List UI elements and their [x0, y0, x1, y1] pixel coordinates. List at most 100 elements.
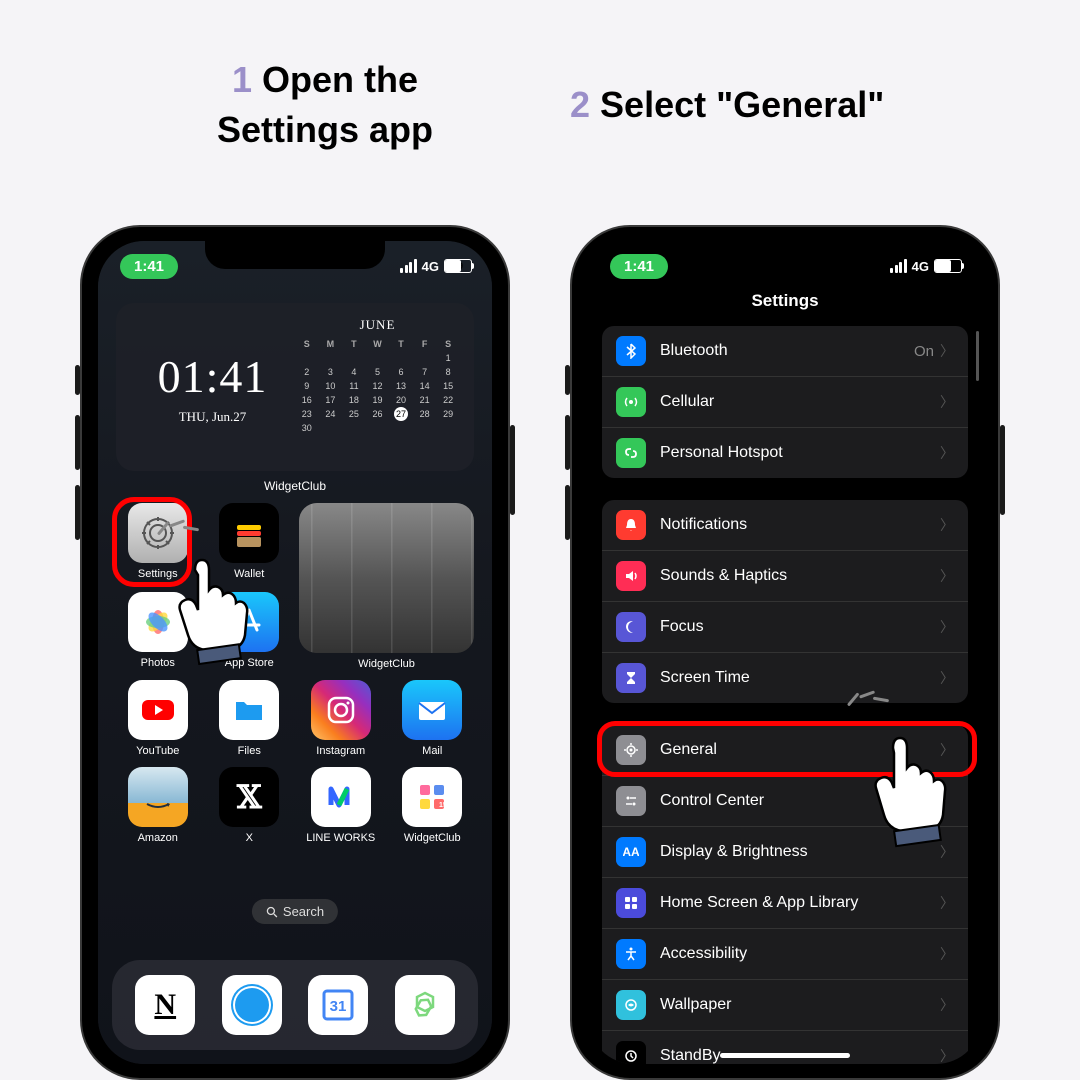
grid-icon	[616, 888, 646, 918]
app-amazon[interactable]: Amazon	[116, 767, 200, 844]
chevron-right-icon: 〉	[940, 443, 954, 463]
settings-row-cellular[interactable]: Cellular〉	[602, 377, 968, 428]
settings-row-control-center[interactable]: Control Center〉	[602, 776, 968, 827]
sb-icon	[616, 1041, 646, 1064]
hour-icon	[616, 663, 646, 693]
photo-widget[interactable]: WidgetClub	[299, 503, 474, 670]
chevron-right-icon: 〉	[940, 791, 954, 811]
settings-row-label: Accessibility	[660, 945, 940, 963]
app-appstore[interactable]: App Store	[208, 592, 292, 671]
chevron-right-icon: 〉	[940, 740, 954, 760]
network-type: 4G	[422, 259, 439, 274]
settings-row-general[interactable]: General〉	[602, 725, 968, 776]
settings-row-standby[interactable]: StandBy〉	[602, 1031, 968, 1064]
app-instagram[interactable]: Instagram	[299, 680, 383, 757]
instruction-step-2: 2 Select "General"	[570, 80, 1040, 130]
folder-icon	[219, 680, 279, 740]
cc-icon	[616, 786, 646, 816]
bt-icon	[616, 336, 646, 366]
settings-row-label: Control Center	[660, 792, 940, 810]
search-button[interactable]: Search	[252, 899, 338, 924]
app-mail[interactable]: Mail	[391, 680, 475, 757]
settings-row-accessibility[interactable]: Accessibility〉	[602, 929, 968, 980]
status-time: 1:41	[120, 254, 178, 279]
chevron-right-icon: 〉	[940, 995, 954, 1015]
x-icon: 𝕏	[219, 767, 279, 827]
instruction-step-1: 1 Open the Settings app	[140, 55, 510, 156]
app-safari[interactable]	[222, 975, 282, 1035]
settings-row-wallpaper[interactable]: Wallpaper〉	[602, 980, 968, 1031]
link-icon	[616, 438, 646, 468]
amazon-icon	[128, 767, 188, 827]
widget-time: 01:41	[158, 350, 268, 403]
svg-text:AA: AA	[623, 845, 639, 859]
settings-row-label: Screen Time	[660, 669, 940, 687]
widgetclub-icon: 15	[402, 767, 462, 827]
phone-mockup-2: 1:41 4G 60 Settings BluetoothOn〉Cellular…	[570, 225, 1000, 1080]
settings-row-label: Focus	[660, 618, 940, 636]
battery-icon: 60	[934, 259, 962, 273]
signal-icon	[400, 259, 417, 273]
settings-row-bluetooth[interactable]: BluetoothOn〉	[602, 326, 968, 377]
app-files[interactable]: Files	[208, 680, 292, 757]
acc-icon	[616, 939, 646, 969]
ant-icon	[616, 387, 646, 417]
app-youtube[interactable]: YouTube	[116, 680, 200, 757]
settings-row-sounds-haptics[interactable]: Sounds & Haptics〉	[602, 551, 968, 602]
settings-row-personal-hotspot[interactable]: Personal Hotspot〉	[602, 428, 968, 478]
scroll-indicator[interactable]	[976, 331, 979, 381]
settings-row-label: General	[660, 741, 940, 759]
mail-icon	[402, 680, 462, 740]
page-title: Settings	[588, 291, 982, 311]
app-grid: Settings Wallet WidgetClub Photos	[116, 503, 474, 844]
settings-row-focus[interactable]: Focus〉	[602, 602, 968, 653]
settings-row-label: Sounds & Haptics	[660, 567, 940, 585]
chevron-right-icon: 〉	[940, 668, 954, 688]
appstore-icon	[219, 592, 279, 652]
settings-row-screen-time[interactable]: Screen Time〉	[602, 653, 968, 703]
app-lineworks[interactable]: LINE WORKS	[299, 767, 383, 844]
photos-icon	[128, 592, 188, 652]
app-chatgpt[interactable]	[395, 975, 455, 1035]
chevron-right-icon: 〉	[940, 944, 954, 964]
app-wallet[interactable]: Wallet	[208, 503, 292, 582]
sun-icon: AA	[616, 837, 646, 867]
chevron-right-icon: 〉	[940, 341, 954, 361]
chevron-right-icon: 〉	[940, 1046, 954, 1064]
moon-icon	[616, 612, 646, 642]
chevron-right-icon: 〉	[940, 566, 954, 586]
chevron-right-icon: 〉	[940, 893, 954, 913]
app-notion[interactable]: N	[135, 975, 195, 1035]
chevron-right-icon: 〉	[940, 392, 954, 412]
status-time: 1:41	[610, 254, 668, 279]
settings-row-label: Display & Brightness	[660, 843, 940, 861]
app-widgetclub[interactable]: 15 WidgetClub	[391, 767, 475, 844]
chevron-right-icon: 〉	[940, 842, 954, 862]
settings-list[interactable]: BluetoothOn〉Cellular〉Personal Hotspot〉No…	[602, 326, 968, 1064]
settings-row-label: Notifications	[660, 516, 940, 534]
clock-calendar-widget[interactable]: 01:41 THU, Jun.27 JUNE SMTWTFS 123456789…	[116, 303, 474, 471]
chevron-right-icon: 〉	[940, 515, 954, 535]
gear-icon	[128, 503, 188, 563]
settings-row-home-screen-app-library[interactable]: Home Screen & App Library〉	[602, 878, 968, 929]
calendar-grid: JUNE SMTWTFS 123456789101112131415161718…	[295, 317, 460, 457]
app-photos[interactable]: Photos	[116, 592, 200, 671]
settings-row-value: On	[914, 343, 934, 360]
settings-row-label: Wallpaper	[660, 996, 940, 1014]
home-indicator[interactable]	[720, 1053, 850, 1058]
network-type: 4G	[912, 259, 929, 274]
wallet-icon	[219, 503, 279, 563]
app-x[interactable]: 𝕏 X	[208, 767, 292, 844]
settings-row-notifications[interactable]: Notifications〉	[602, 500, 968, 551]
step-number-1: 1	[232, 59, 252, 100]
phone-mockup-1: 1:41 4G 59 01:41 THU, Jun.27 JUNE	[80, 225, 510, 1080]
chevron-right-icon: 〉	[940, 617, 954, 637]
settings-row-display-brightness[interactable]: AA Display & Brightness〉	[602, 827, 968, 878]
instagram-icon	[311, 680, 371, 740]
widget-label: WidgetClub	[98, 479, 492, 493]
app-google-calendar[interactable]: 31	[308, 975, 368, 1035]
app-settings[interactable]: Settings	[116, 503, 200, 582]
signal-icon	[890, 259, 907, 273]
youtube-icon	[128, 680, 188, 740]
lineworks-icon	[311, 767, 371, 827]
